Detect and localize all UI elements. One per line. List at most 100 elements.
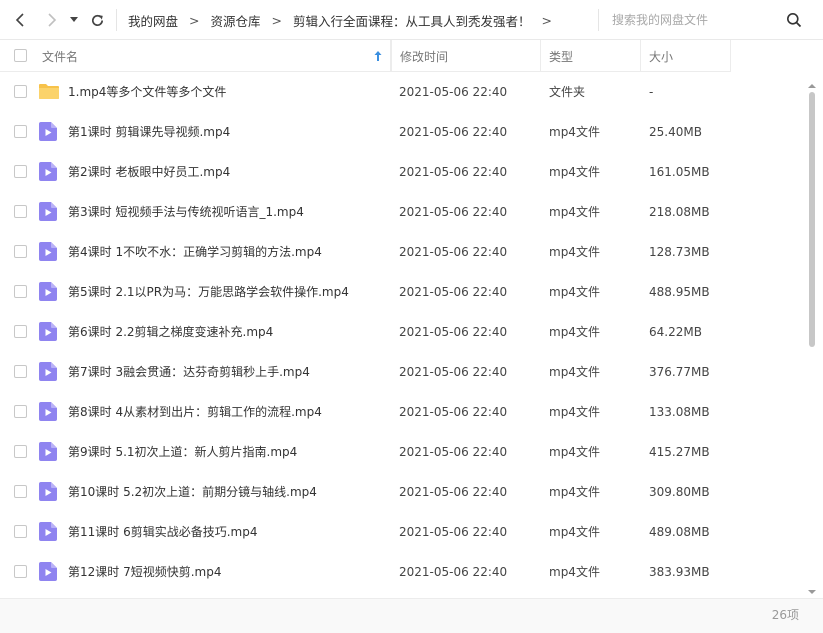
file-type: mp4文件 bbox=[549, 325, 600, 339]
file-name[interactable]: 第3课时 短视频手法与传统视听语言_1.mp4 bbox=[68, 192, 304, 232]
file-row[interactable]: 第7课时 3融会贯通：达芬奇剪辑秒上手.mp4 2021-05-06 22:40… bbox=[0, 352, 806, 392]
file-row[interactable]: 第11课时 6剪辑实战必备技巧.mp4 2021-05-06 22:40 mp4… bbox=[0, 512, 806, 552]
file-type: 文件夹 bbox=[549, 85, 586, 99]
file-type: mp4文件 bbox=[549, 445, 600, 459]
scrollbar-thumb[interactable] bbox=[809, 92, 815, 347]
file-row[interactable]: 第1课时 剪辑课先导视频.mp4 2021-05-06 22:40 mp4文件 … bbox=[0, 112, 806, 152]
file-name[interactable]: 第8课时 4从素材到出片：剪辑工作的流程.mp4 bbox=[68, 392, 322, 432]
file-name[interactable]: 第5课时 2.1以PR为马：万能思路学会软件操作.mp4 bbox=[68, 272, 349, 312]
file-date: 2021-05-06 22:40 bbox=[399, 165, 508, 179]
video-file-icon bbox=[39, 402, 57, 421]
file-size: 64.22MB bbox=[649, 325, 702, 339]
item-count: 26项 bbox=[771, 608, 799, 622]
column-header-date-label: 修改时间 bbox=[400, 49, 449, 64]
video-file-icon bbox=[39, 242, 57, 261]
row-checkbox[interactable] bbox=[14, 325, 27, 338]
file-type: mp4文件 bbox=[549, 525, 600, 539]
row-checkbox[interactable] bbox=[14, 165, 27, 178]
file-size: 25.40MB bbox=[649, 125, 702, 139]
file-date: 2021-05-06 22:40 bbox=[399, 125, 508, 139]
row-checkbox[interactable] bbox=[14, 245, 27, 258]
file-row[interactable]: 第6课时 2.2剪辑之梯度变速补充.mp4 2021-05-06 22:40 m… bbox=[0, 312, 806, 352]
column-header-date[interactable]: 修改时间 bbox=[391, 40, 541, 72]
row-checkbox[interactable] bbox=[14, 365, 27, 378]
file-type: mp4文件 bbox=[549, 405, 600, 419]
file-row[interactable]: 第2课时 老板眼中好员工.mp4 2021-05-06 22:40 mp4文件 … bbox=[0, 152, 806, 192]
folder-icon bbox=[39, 82, 59, 101]
file-type: mp4文件 bbox=[549, 285, 600, 299]
row-checkbox[interactable] bbox=[14, 525, 27, 538]
select-all-checkbox[interactable] bbox=[14, 49, 27, 62]
file-type: mp4文件 bbox=[549, 165, 600, 179]
row-checkbox[interactable] bbox=[14, 485, 27, 498]
toolbar-divider bbox=[116, 9, 117, 31]
file-row[interactable]: 第3课时 短视频手法与传统视听语言_1.mp4 2021-05-06 22:40… bbox=[0, 192, 806, 232]
file-name[interactable]: 1.mp4等多个文件等多个文件 bbox=[68, 72, 226, 112]
file-name[interactable]: 第11课时 6剪辑实战必备技巧.mp4 bbox=[68, 512, 257, 552]
row-checkbox[interactable] bbox=[14, 85, 27, 98]
file-row[interactable]: 第4课时 1不吹不水：正确学习剪辑的方法.mp4 2021-05-06 22:4… bbox=[0, 232, 806, 272]
row-checkbox[interactable] bbox=[14, 565, 27, 578]
row-checkbox[interactable] bbox=[14, 205, 27, 218]
file-row[interactable]: 第9课时 5.1初次上道：新人剪片指南.mp4 2021-05-06 22:40… bbox=[0, 432, 806, 472]
file-size: 376.77MB bbox=[649, 365, 710, 379]
search-divider bbox=[598, 9, 599, 31]
vertical-scrollbar[interactable] bbox=[807, 80, 817, 596]
file-name[interactable]: 第10课时 5.2初次上道：前期分镜与轴线.mp4 bbox=[68, 472, 317, 512]
column-header: 文件名 修改时间 类型 大小 bbox=[0, 40, 823, 72]
file-list: 1.mp4等多个文件等多个文件 2021-05-06 22:40 文件夹 - 第… bbox=[0, 72, 806, 600]
video-file-icon bbox=[39, 322, 57, 341]
chevron-left-icon[interactable] bbox=[10, 9, 32, 31]
search-input[interactable] bbox=[612, 8, 780, 32]
file-size: 128.73MB bbox=[649, 245, 710, 259]
file-type: mp4文件 bbox=[549, 485, 600, 499]
file-name[interactable]: 第12课时 7短视频快剪.mp4 bbox=[68, 552, 221, 592]
file-name[interactable]: 第6课时 2.2剪辑之梯度变速补充.mp4 bbox=[68, 312, 273, 352]
column-header-name[interactable]: 文件名 bbox=[42, 40, 391, 72]
file-date: 2021-05-06 22:40 bbox=[399, 525, 508, 539]
file-date: 2021-05-06 22:40 bbox=[399, 325, 508, 339]
row-checkbox[interactable] bbox=[14, 125, 27, 138]
video-file-icon bbox=[39, 122, 57, 141]
chevron-right-icon[interactable] bbox=[40, 9, 62, 31]
file-row[interactable]: 第5课时 2.1以PR为马：万能思路学会软件操作.mp4 2021-05-06 … bbox=[0, 272, 806, 312]
file-row[interactable]: 第10课时 5.2初次上道：前期分镜与轴线.mp4 2021-05-06 22:… bbox=[0, 472, 806, 512]
search-icon[interactable] bbox=[786, 12, 802, 28]
row-checkbox[interactable] bbox=[14, 405, 27, 418]
caret-down-icon[interactable] bbox=[66, 9, 82, 31]
file-row[interactable]: 第12课时 7短视频快剪.mp4 2021-05-06 22:40 mp4文件 … bbox=[0, 552, 806, 592]
scroll-down-arrow-icon[interactable] bbox=[807, 586, 817, 596]
row-checkbox[interactable] bbox=[14, 285, 27, 298]
scroll-up-arrow-icon[interactable] bbox=[807, 80, 817, 90]
column-header-size[interactable]: 大小 bbox=[641, 40, 731, 72]
file-date: 2021-05-06 22:40 bbox=[399, 205, 508, 219]
file-date: 2021-05-06 22:40 bbox=[399, 85, 508, 99]
breadcrumb-item-current-folder[interactable]: 剪辑入行全面课程：从工具人到秃发强者！ bbox=[293, 11, 531, 30]
file-date: 2021-05-06 22:40 bbox=[399, 285, 508, 299]
file-size: 415.27MB bbox=[649, 445, 710, 459]
sort-up-arrow-icon[interactable] bbox=[372, 50, 384, 62]
file-name[interactable]: 第1课时 剪辑课先导视频.mp4 bbox=[68, 112, 230, 152]
file-date: 2021-05-06 22:40 bbox=[399, 365, 508, 379]
file-row[interactable]: 第8课时 4从素材到出片：剪辑工作的流程.mp4 2021-05-06 22:4… bbox=[0, 392, 806, 432]
file-date: 2021-05-06 22:40 bbox=[399, 405, 508, 419]
column-header-size-label: 大小 bbox=[649, 49, 674, 64]
file-name[interactable]: 第7课时 3融会贯通：达芬奇剪辑秒上手.mp4 bbox=[68, 352, 310, 392]
breadcrumb-overflow-arrow[interactable]: > bbox=[542, 13, 552, 28]
file-size: 383.93MB bbox=[649, 565, 710, 579]
breadcrumb-item-resource-repo[interactable]: 资源仓库 bbox=[211, 11, 261, 30]
breadcrumb-item-my-drive[interactable]: 我的网盘 bbox=[128, 11, 178, 30]
breadcrumb-separator: > bbox=[189, 12, 200, 28]
video-file-icon bbox=[39, 482, 57, 501]
file-name[interactable]: 第9课时 5.1初次上道：新人剪片指南.mp4 bbox=[68, 432, 297, 472]
row-checkbox[interactable] bbox=[14, 445, 27, 458]
file-row[interactable]: 1.mp4等多个文件等多个文件 2021-05-06 22:40 文件夹 - bbox=[0, 72, 806, 112]
file-name[interactable]: 第4课时 1不吹不水：正确学习剪辑的方法.mp4 bbox=[68, 232, 322, 272]
file-size: 161.05MB bbox=[649, 165, 710, 179]
column-header-type[interactable]: 类型 bbox=[541, 40, 641, 72]
video-file-icon bbox=[39, 282, 57, 301]
file-name[interactable]: 第2课时 老板眼中好员工.mp4 bbox=[68, 152, 230, 192]
refresh-icon[interactable] bbox=[86, 9, 108, 31]
video-file-icon bbox=[39, 442, 57, 461]
file-type: mp4文件 bbox=[549, 125, 600, 139]
